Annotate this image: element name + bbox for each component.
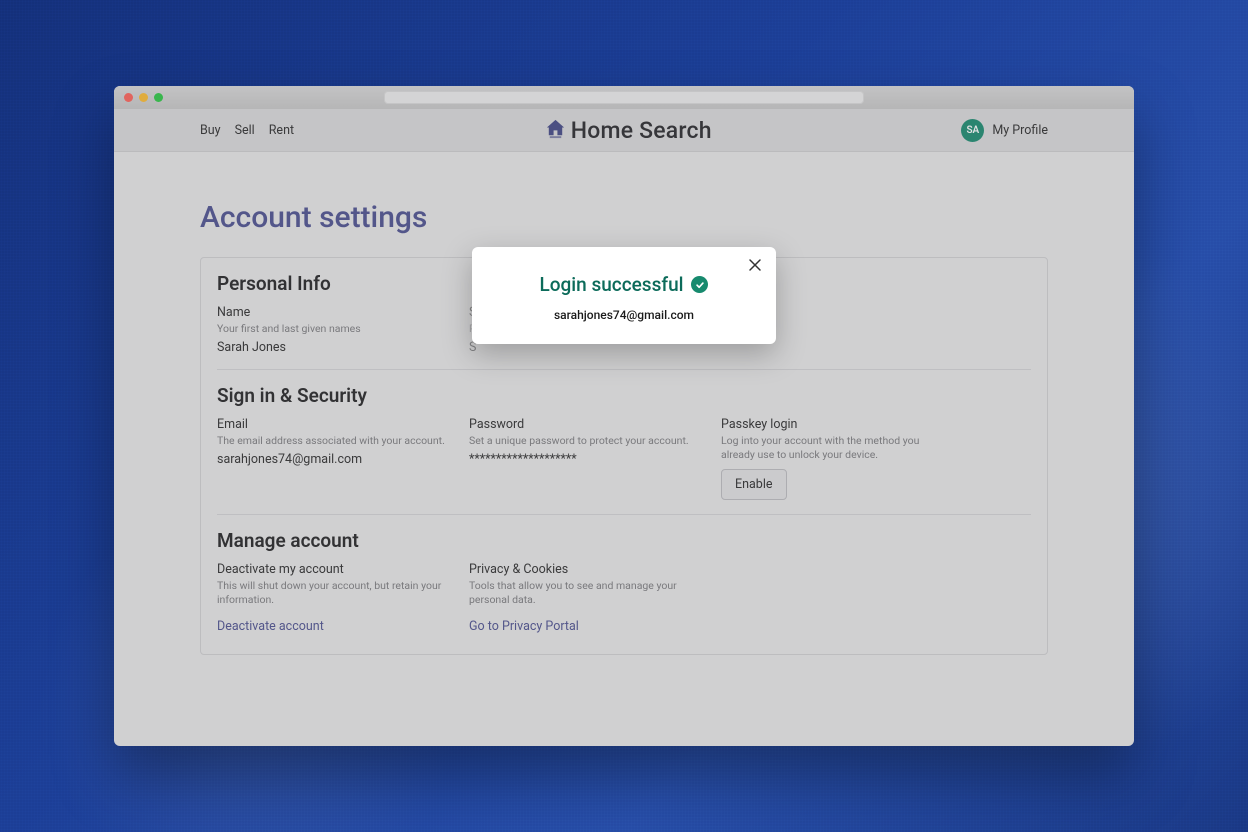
section-manage-title: Manage account [217,529,1031,552]
close-window-icon[interactable] [124,93,133,102]
field-password: Password Set a unique password to protec… [469,417,721,499]
modal-title: Login successful [540,273,709,296]
field-email-desc: The email address associated with your a… [217,434,449,448]
field-name: Name Your first and last given names Sar… [217,305,469,355]
manage-row: Deactivate my account This will shut dow… [217,562,1031,634]
minimize-window-icon[interactable] [139,93,148,102]
field-password-label: Password [469,417,701,432]
divider [217,369,1031,370]
page-title: Account settings [200,200,1048,235]
check-circle-icon [691,276,708,293]
field-deactivate: Deactivate my account This will shut dow… [217,562,469,634]
field-email-label: Email [217,417,449,432]
url-bar[interactable] [384,91,864,104]
field-passkey-desc: Log into your account with the method yo… [721,434,941,462]
house-icon [544,117,567,144]
security-row: Email The email address associated with … [217,417,1031,499]
nav-link-buy[interactable]: Buy [200,123,221,138]
field-name-label: Name [217,305,449,320]
divider [217,514,1031,515]
my-profile-link[interactable]: My Profile [992,123,1048,138]
section-security-title: Sign in & Security [217,384,1031,407]
avatar[interactable]: SA [961,119,984,142]
modal-email: sarahjones74@gmail.com [492,308,756,322]
field-privacy-label: Privacy & Cookies [469,562,701,577]
modal-title-text: Login successful [540,273,684,296]
field-password-value: ******************** [469,452,701,467]
field-passkey-label: Passkey login [721,417,941,432]
enable-passkey-button[interactable]: Enable [721,469,787,500]
field-email-value: sarahjones74@gmail.com [217,452,449,467]
deactivate-account-link[interactable]: Deactivate account [217,619,324,634]
login-success-modal: Login successful sarahjones74@gmail.com [472,247,776,344]
field-privacy: Privacy & Cookies Tools that allow you t… [469,562,721,634]
brand[interactable]: Home Search [544,117,712,144]
nav-link-rent[interactable]: Rent [269,123,294,138]
browser-window: Buy Sell Rent Home Search SA My Profile … [114,86,1134,746]
field-name-desc: Your first and last given names [217,322,449,336]
window-controls [124,93,163,102]
nav-links: Buy Sell Rent [200,123,294,138]
window-titlebar [114,86,1134,109]
desktop-background: Buy Sell Rent Home Search SA My Profile … [0,0,1248,832]
field-passkey: Passkey login Log into your account with… [721,417,961,499]
nav-right: SA My Profile [961,119,1048,142]
maximize-window-icon[interactable] [154,93,163,102]
brand-text: Home Search [571,117,712,144]
close-icon[interactable] [746,257,764,275]
nav-link-sell[interactable]: Sell [235,123,255,138]
field-name-value: Sarah Jones [217,340,449,355]
page-content: Account settings Personal Info Name Your… [114,152,1134,655]
field-privacy-desc: Tools that allow you to see and manage y… [469,579,701,607]
site-navbar: Buy Sell Rent Home Search SA My Profile [114,109,1134,152]
field-password-desc: Set a unique password to protect your ac… [469,434,701,448]
field-deactivate-desc: This will shut down your account, but re… [217,579,449,607]
field-email: Email The email address associated with … [217,417,469,499]
field-deactivate-label: Deactivate my account [217,562,449,577]
privacy-portal-link[interactable]: Go to Privacy Portal [469,619,579,634]
